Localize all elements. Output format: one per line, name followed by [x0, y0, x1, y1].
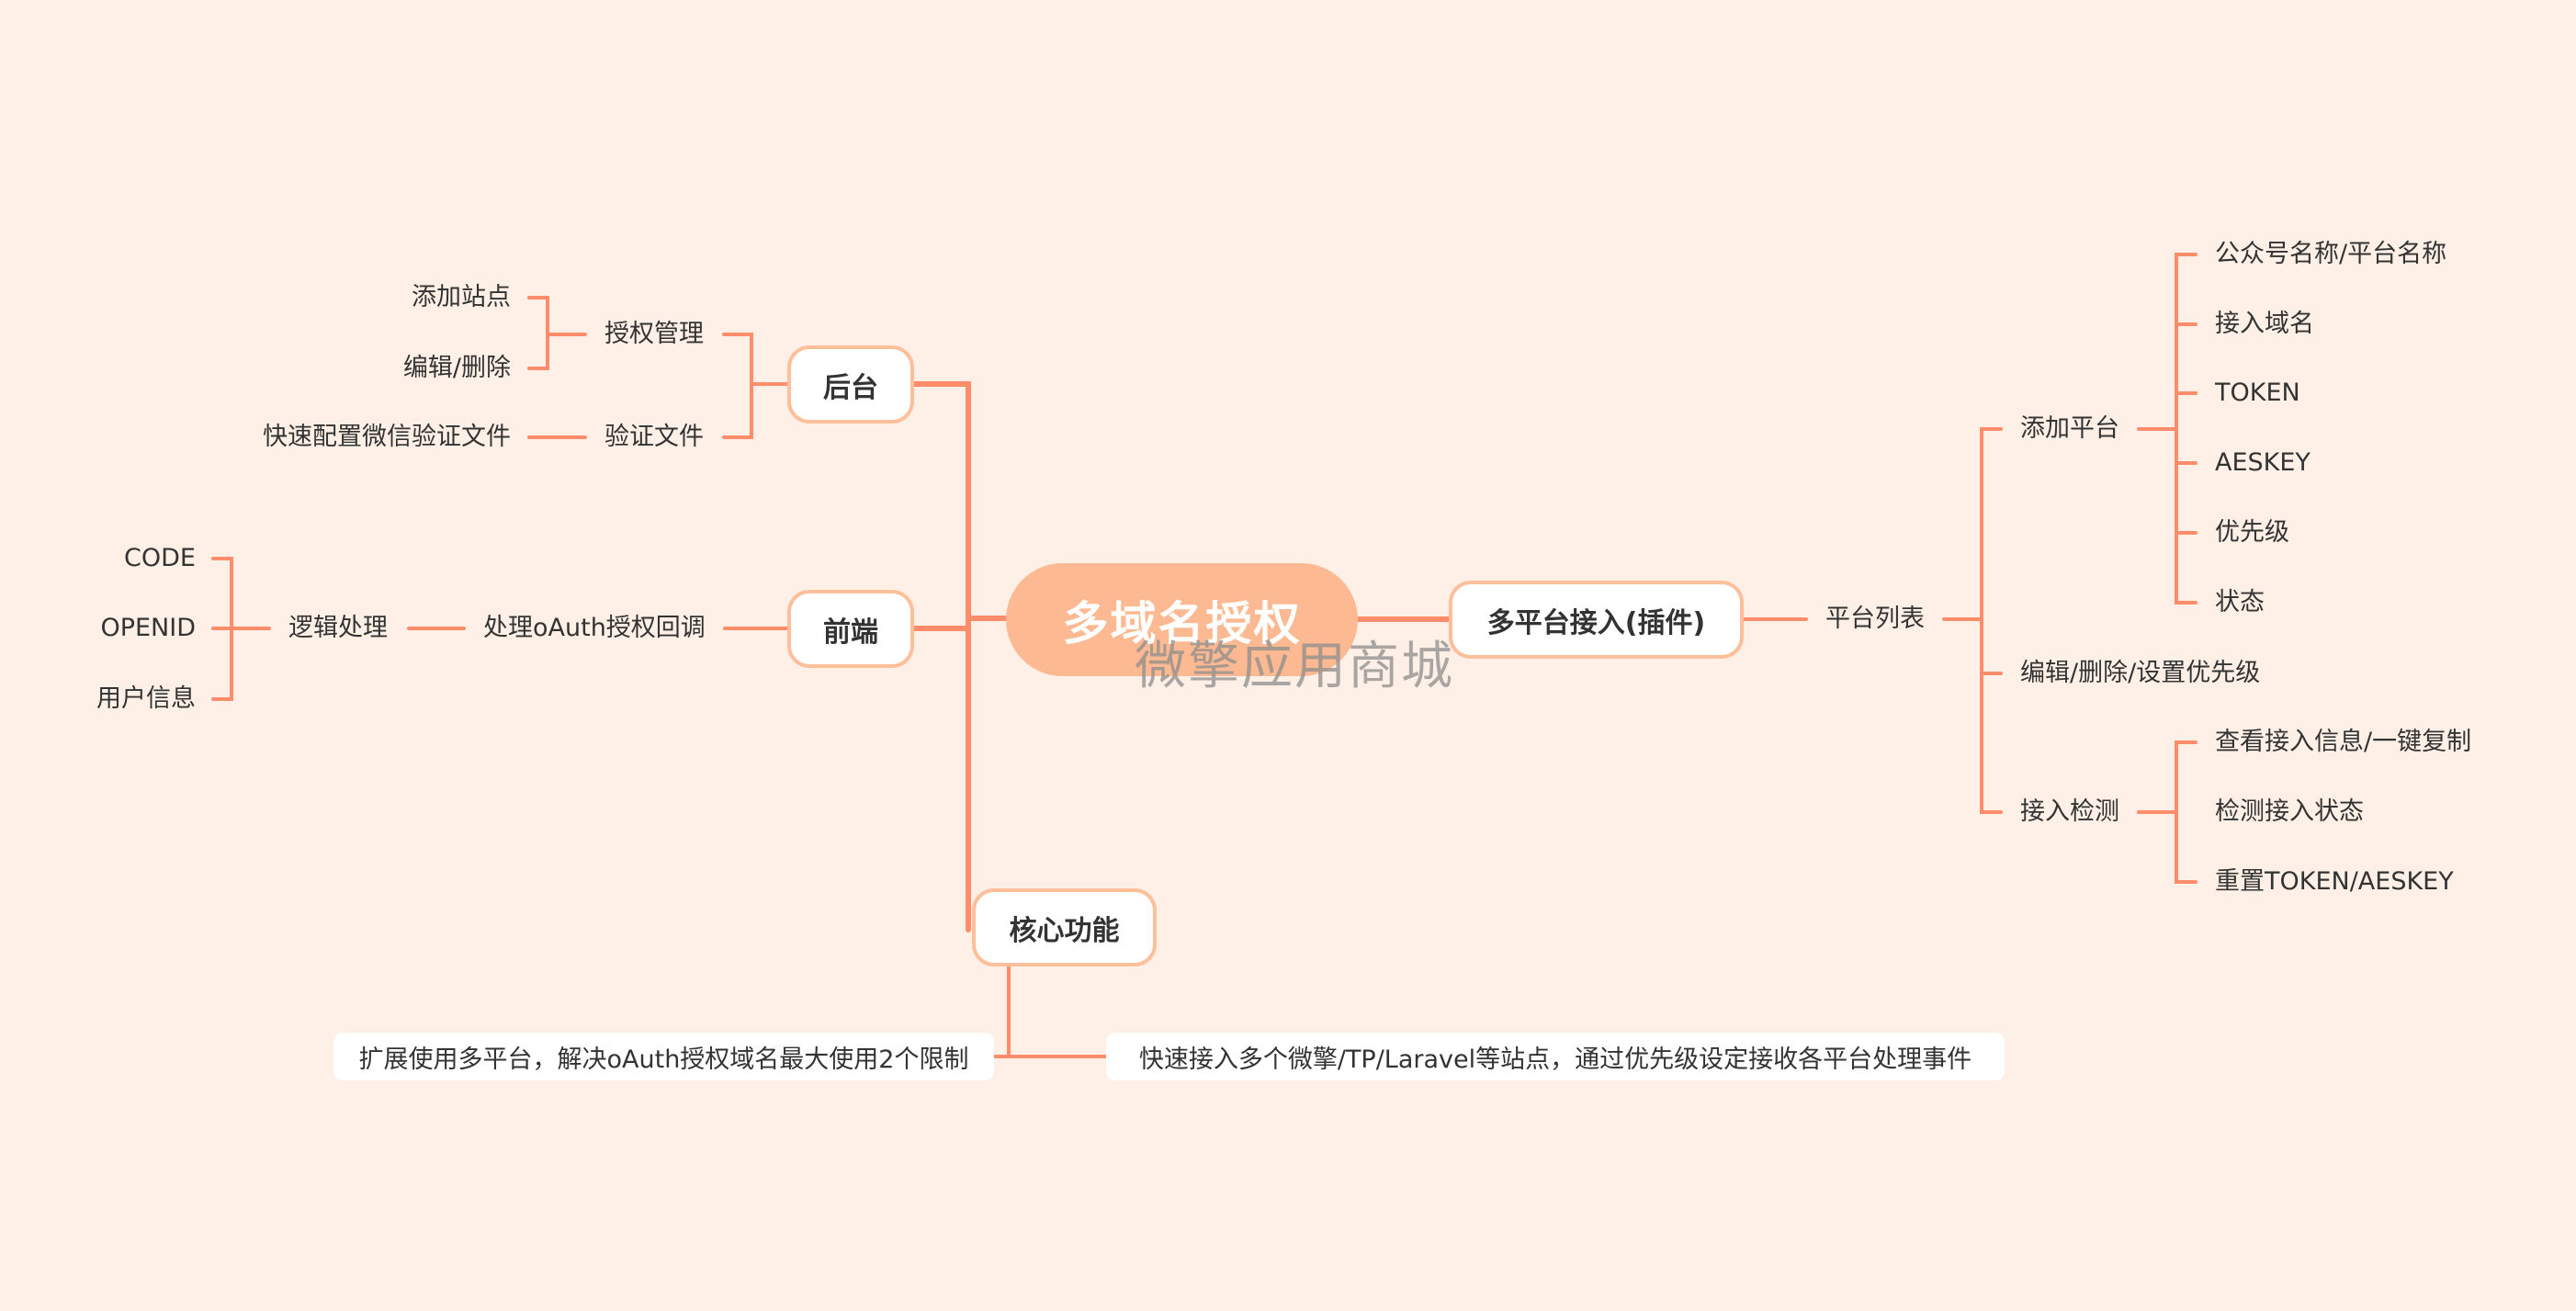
core-note-left-text: 扩展使用多平台，解决oAuth授权域名最大使用2个限制: [358, 1045, 969, 1074]
topic-view-info[interactable]: 查看接入信息/一键复制: [2215, 727, 2471, 758]
node-qianduan[interactable]: 前端: [787, 590, 914, 668]
bracket-houtai: [722, 333, 789, 439]
bracket-shouquan: [527, 296, 587, 370]
topic-edit-delete[interactable]: 编辑/删除: [403, 353, 511, 384]
core-note-left[interactable]: 扩展使用多平台，解决oAuth授权域名最大使用2个限制: [333, 1033, 994, 1080]
connector-core: [992, 965, 1108, 1058]
topic-token[interactable]: TOKEN: [2215, 378, 2300, 409]
topic-aeskey[interactable]: AESKEY: [2215, 447, 2310, 479]
topic-openid[interactable]: OPENID: [100, 613, 196, 644]
topic-code[interactable]: CODE: [124, 543, 196, 574]
bracket-detect: [2137, 740, 2198, 884]
bracket-platform-list: [1942, 427, 2003, 814]
topic-oauth-callback[interactable]: 处理oAuth授权回调: [483, 613, 706, 644]
topic-shouquan-guanli[interactable]: 授权管理: [604, 319, 704, 350]
bracket-luoji: [211, 557, 271, 701]
core-note-right-text: 快速接入多个微擎/TP/Laravel等站点，通过优先级设定接收各平台处理事件: [1138, 1045, 1972, 1074]
topic-user-info[interactable]: 用户信息: [96, 684, 196, 715]
topic-edit-priority[interactable]: 编辑/删除/设置优先级: [2020, 658, 2260, 689]
topic-add-site[interactable]: 添加站点: [412, 282, 511, 313]
node-houtai-label: 后台: [823, 371, 878, 404]
topic-yanzheng-wenjian[interactable]: 验证文件: [604, 422, 704, 453]
node-multi-platform[interactable]: 多平台接入(插件): [1449, 581, 1744, 659]
node-houtai[interactable]: 后台: [787, 345, 914, 424]
topic-status[interactable]: 状态: [2215, 587, 2265, 618]
node-core[interactable]: 核心功能: [972, 888, 1157, 966]
watermark-text: 微擎应用商城: [1135, 637, 1454, 696]
node-multi-platform-label: 多平台接入(插件): [1486, 606, 1706, 639]
topic-add-platform[interactable]: 添加平台: [2020, 413, 2119, 445]
topic-check-status[interactable]: 检测接入状态: [2215, 797, 2364, 828]
topic-domain[interactable]: 接入域名: [2215, 309, 2314, 340]
topic-detect[interactable]: 接入检测: [2020, 797, 2119, 828]
topic-priority[interactable]: 优先级: [2215, 517, 2289, 548]
topic-platform-list[interactable]: 平台列表: [1825, 604, 1925, 635]
topic-logic[interactable]: 逻辑处理: [288, 613, 388, 644]
topic-reset-keys[interactable]: 重置TOKEN/AESKEY: [2215, 866, 2454, 898]
node-core-label: 核心功能: [1009, 914, 1120, 947]
node-qianduan-label: 前端: [823, 616, 878, 649]
topic-platform-name[interactable]: 公众号名称/平台名称: [2215, 239, 2446, 270]
core-note-right[interactable]: 快速接入多个微擎/TP/Laravel等站点，通过优先级设定接收各平台处理事件: [1106, 1033, 2005, 1080]
topic-quick-config[interactable]: 快速配置微信验证文件: [263, 422, 511, 453]
bracket-add-platform: [2137, 253, 2198, 605]
main-trunk: [911, 381, 971, 932]
